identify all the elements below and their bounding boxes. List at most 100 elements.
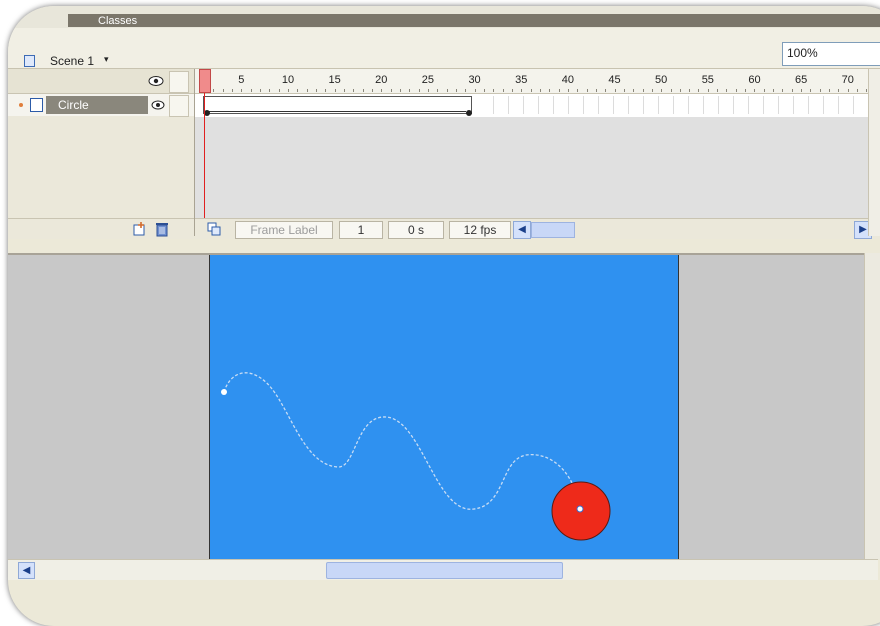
ruler-tick [502,89,504,92]
add-layer-icon[interactable] [132,221,148,237]
timeline-vertical-scrollbar[interactable] [868,69,880,236]
ruler-tick [549,89,551,92]
ruler-tick [437,89,439,92]
stage-horizontal-scrollbar[interactable]: ◀ [8,559,878,580]
stage-workspace [8,253,864,561]
ruler-tick [717,89,719,92]
ruler-tick [791,89,793,92]
elapsed-time-field: 0 s [388,221,444,239]
ruler-tick [642,89,644,92]
ruler-tick [334,89,336,92]
ruler-tick [427,89,429,92]
zoom-select[interactable]: 100% [782,42,880,66]
ruler-tick [250,89,252,92]
tween-arrow-line [207,111,466,112]
ruler-tick [446,89,448,92]
ruler-tick [577,89,579,92]
ruler-tick [539,89,541,92]
tab-classes[interactable]: Classes [98,15,137,27]
ruler-number: 20 [375,74,388,86]
ruler-tick [278,89,280,92]
empty-frame-cells[interactable] [479,96,880,114]
scene-name[interactable]: Scene 1 [50,54,94,68]
playhead-handle[interactable] [199,69,211,93]
layer-active-dot [19,103,23,107]
layer-lock-toggle[interactable] [169,95,189,117]
panel-header-bar [68,14,880,27]
ruler-tick [651,89,653,92]
motion-guide-path[interactable] [223,372,581,510]
path-start-point[interactable] [221,389,227,395]
flash-window: Classes Scene 1 ▾ 100% Circle 5 10 15 20… [8,6,880,626]
ruler-tick [409,89,411,92]
ruler-tick [269,89,271,92]
timeline-layers-panel: Circle [8,69,195,239]
ruler-tick [241,89,243,92]
ruler-number: 45 [608,74,621,86]
stage-vertical-scrollbar[interactable] [864,253,880,559]
ruler-tick [614,89,616,92]
ruler-tick [474,89,476,92]
ruler-tick [801,89,803,92]
ruler-tick [623,89,625,92]
ruler-tick [689,89,691,92]
layer-name[interactable]: Circle [46,96,148,114]
timeline-status-bar: Frame Label 1 0 s 12 fps ◀ ▶ [195,218,880,239]
ruler-tick [754,89,756,92]
ruler-tick [810,89,812,92]
ruler-tick [735,89,737,92]
ruler-tick [819,89,821,92]
ruler-tick [726,89,728,92]
timeline-scroll-thumb[interactable] [531,222,575,238]
ruler-tick [595,89,597,92]
layer-visibility-icon[interactable] [149,99,167,111]
ruler-tick [847,89,849,92]
ruler-number: 60 [748,74,761,86]
stage-scroll-left-icon[interactable]: ◀ [18,562,35,579]
stage-canvas[interactable] [209,255,679,561]
frame-rate-field[interactable]: 12 fps [449,221,511,239]
ruler-tick [670,89,672,92]
timeline-frames-panel: 1510152025303540455055606570 Frame Label… [195,69,880,239]
layer-page-icon [30,98,43,112]
eye-icon[interactable] [145,73,167,89]
ruler-tick [530,89,532,92]
frames-empty-area [195,117,880,218]
ruler-tick [287,89,289,92]
playhead-line [204,93,205,238]
ruler-tick [465,89,467,92]
ruler-tick [782,89,784,92]
ruler-tick [661,89,663,92]
onion-skin-icon[interactable] [207,222,221,236]
ruler-tick [745,89,747,92]
ruler-tick [259,89,261,92]
ruler-number: 35 [515,74,528,86]
frames-row-circle[interactable] [195,94,880,116]
ruler-number: 10 [281,74,295,86]
ruler-tick [511,89,513,92]
layer-row-circle[interactable]: Circle [8,94,194,117]
stage-scroll-thumb[interactable] [326,562,563,579]
current-frame-field: 1 [339,221,383,239]
frame-label-field[interactable]: Frame Label [235,221,333,239]
ruler-tick [381,89,383,92]
scene-dropdown-icon[interactable]: ▾ [104,55,109,65]
ball-registration-point [576,505,584,513]
ruler-tick [698,89,700,92]
scroll-left-icon[interactable]: ◀ [513,221,531,239]
panel-tab-strip: Classes [8,6,880,28]
ruler-number: 65 [794,74,808,86]
ruler-tick [325,89,327,92]
frame-ruler[interactable]: 1510152025303540455055606570 [195,69,880,94]
lock-column[interactable] [169,71,189,93]
ruler-tick [418,89,420,92]
ruler-tick [773,89,775,92]
ruler-tick [343,89,345,92]
stage-artwork [221,372,611,541]
ruler-tick [763,89,765,92]
ruler-tick [213,89,215,92]
end-keyframe-icon[interactable] [465,109,473,117]
trash-icon[interactable] [154,221,170,237]
ruler-tick [306,89,308,92]
ruler-number: 30 [468,74,481,86]
